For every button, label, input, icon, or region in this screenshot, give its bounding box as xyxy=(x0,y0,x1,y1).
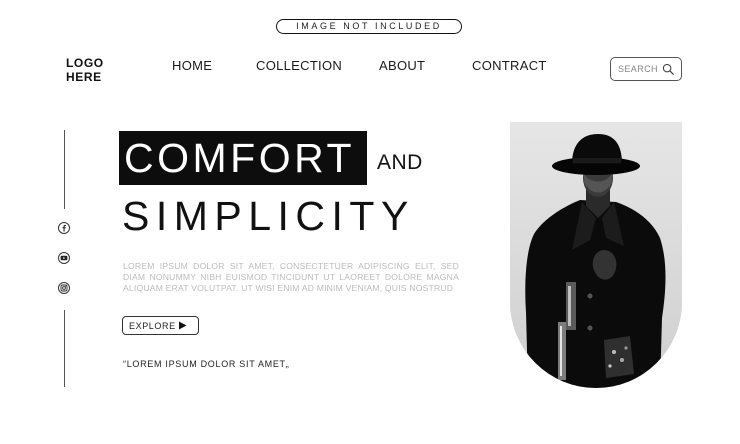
man-in-hat-illustration xyxy=(510,122,682,388)
search-icon[interactable] xyxy=(662,63,675,76)
nav-about[interactable]: ABOUT xyxy=(379,58,425,73)
search-input[interactable] xyxy=(618,64,662,74)
hero-title-and: AND xyxy=(377,151,423,174)
hero-title-simplicity: SIMPLICITY xyxy=(122,193,415,239)
facebook-icon[interactable] xyxy=(58,222,70,234)
hero-title-comfort: COMFORT xyxy=(124,135,356,181)
youtube-icon[interactable] xyxy=(58,252,70,264)
divider-line-bottom xyxy=(64,310,65,387)
hero-quote: “LOREM IPSUM DOLOR SIT AMET„ xyxy=(123,359,290,369)
divider-line-top xyxy=(64,130,65,209)
nav-contract[interactable]: CONTRACT xyxy=(472,58,547,73)
explore-button[interactable]: EXPLORE xyxy=(122,316,199,335)
play-icon xyxy=(179,321,187,330)
explore-label: EXPLORE xyxy=(129,320,176,331)
nav-home[interactable]: HOME xyxy=(172,58,212,73)
image-not-included-badge: IMAGE NOT INCLUDED xyxy=(276,19,462,34)
search-box[interactable] xyxy=(610,57,682,81)
hero-paragraph: LOREM IPSUM DOLOR SIT AMET, CONSECTETUER… xyxy=(123,261,459,293)
instagram-icon[interactable] xyxy=(58,282,70,294)
hero-photo xyxy=(510,122,682,388)
nav-collection[interactable]: COLLECTION xyxy=(256,58,342,73)
